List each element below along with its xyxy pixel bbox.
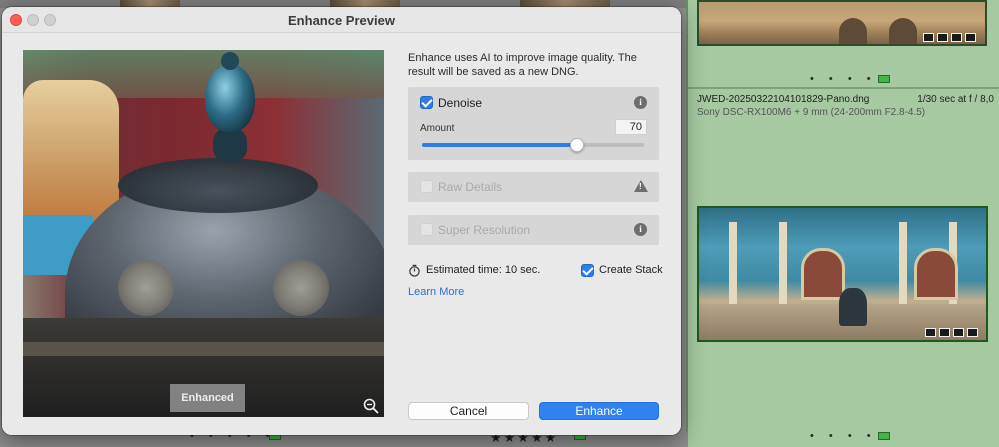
info-icon[interactable]: i [634,96,647,109]
color-label-green[interactable] [878,432,890,440]
thumbnail-detail [801,248,845,300]
file-name: JWED-20250322104101829-Pano.dng [697,94,870,105]
dialog-description: Enhance uses AI to improve image quality… [408,52,637,78]
exposure-info: 1/30 sec at f / 8,0 [917,94,994,105]
enhance-preview-dialog: Enhance Preview Enhanced Enhance uses AI… [2,7,681,435]
badge-icon [923,33,934,42]
thumbnail-badges [925,328,978,337]
denoise-panel: Denoise i Amount 70 [408,87,659,160]
badge-icon [939,328,950,337]
color-label-green[interactable] [878,75,890,83]
thumbnail-detail [899,222,907,312]
badge-icon [937,33,948,42]
enhance-button[interactable]: Enhance [539,402,659,420]
raw-details-checkbox [420,180,433,193]
create-stack-checkbox[interactable] [581,264,594,277]
badge-icon [925,328,936,337]
info-icon[interactable]: i [634,223,647,236]
dialog-body: Enhanced Enhance uses AI to improve imag… [2,34,681,435]
learn-more-link[interactable]: Learn More [408,286,464,298]
enhance-preview-image[interactable]: Enhanced [23,50,384,417]
amount-slider-handle[interactable] [570,138,584,152]
grid-column-divider [686,0,688,447]
estimated-time-text: Estimated time: 10 sec. [426,264,541,276]
thumbnail-detail [839,288,867,326]
preview-detail [213,128,247,162]
amount-label: Amount [420,123,455,134]
super-resolution-panel: Super Resolution i [408,215,659,245]
preview-detail [221,52,239,70]
preview-detail [23,342,384,356]
dialog-titlebar[interactable]: Enhance Preview [2,7,681,33]
amount-slider-fill [422,143,577,147]
preview-detail [118,260,174,316]
thumbnail-detail [839,18,867,44]
amount-slider[interactable] [422,138,644,152]
super-resolution-checkbox [420,223,433,236]
thumbnail-detail [779,222,787,312]
preview-detail [118,158,318,213]
create-stack-label[interactable]: Create Stack [599,264,663,276]
raw-details-panel: Raw Details ! [408,172,659,202]
badge-icon [965,33,976,42]
thumbnail-detail [914,248,958,300]
denoise-checkbox[interactable] [420,96,433,109]
raw-details-label: Raw Details [438,180,503,194]
camera-info: Sony DSC-RX100M6 + 9 mm (24-200mm F2.8-4… [697,107,926,118]
grid-row-divider [688,87,999,89]
cancel-button[interactable]: Cancel [408,402,529,420]
badge-icon [953,328,964,337]
dialog-title: Enhance Preview [288,13,395,28]
denoise-label: Denoise [438,96,483,110]
warning-icon-mark: ! [639,182,642,191]
amount-value-field[interactable]: 70 [615,119,647,135]
enhanced-toggle-chip[interactable]: Enhanced [170,384,245,412]
timer-icon [409,264,420,277]
preview-detail [205,64,255,132]
thumbnail-badges [923,33,976,42]
thumbnail-detail [889,18,917,44]
zoom-out-icon[interactable] [363,398,379,414]
thumbnail-detail [729,222,737,312]
thumbnail-palace-interior[interactable] [697,206,988,342]
thumbnail-courtyard[interactable] [697,0,987,46]
badge-icon [951,33,962,42]
preview-detail [273,260,329,316]
badge-icon [967,328,978,337]
super-resolution-label: Super Resolution [438,223,531,237]
